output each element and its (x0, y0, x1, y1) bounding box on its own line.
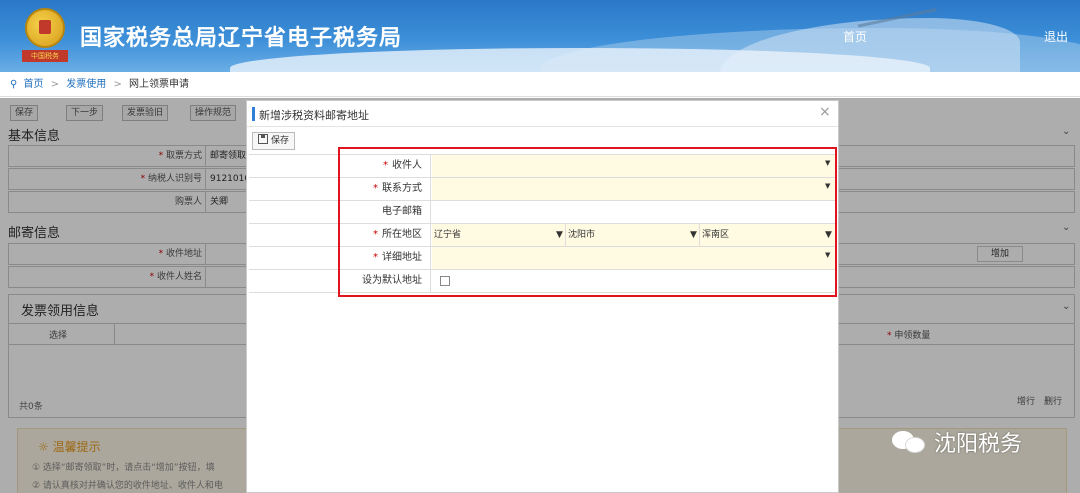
breadcrumb-separator: > (113, 79, 122, 90)
emblem-ribbon: 中国税务 (22, 50, 68, 62)
location-pin-icon: ⚲ (10, 79, 18, 90)
highlight-annotation-box (338, 147, 837, 297)
close-icon[interactable]: × (819, 104, 831, 120)
breadcrumb-home[interactable]: 首页 (24, 79, 44, 90)
save-icon (258, 134, 268, 144)
dialog-header: 新增涉税资料邮寄地址 × (247, 101, 838, 127)
emblem-disc (25, 8, 65, 48)
dialog-title-bar (252, 107, 255, 121)
logout-link[interactable]: 退出 (1044, 28, 1068, 45)
nav-home-link[interactable]: 首页 (843, 28, 867, 45)
watermark: 沈阳税务 (892, 426, 1022, 458)
breadcrumb: ⚲ 首页 > 发票使用 > 网上领票申请 (0, 72, 1080, 97)
breadcrumb-separator: > (50, 79, 60, 90)
breadcrumb-invoice-use[interactable]: 发票使用 (66, 79, 106, 90)
site-title: 国家税务总局辽宁省电子税务局 (80, 26, 403, 51)
wechat-icon (892, 429, 928, 455)
site-header: 中国税务 国家税务总局辽宁省电子税务局 首页 退出 (0, 0, 1080, 72)
dialog-save-button[interactable]: 保存 (252, 132, 296, 150)
tax-emblem-logo: 中国税务 (22, 8, 68, 66)
breadcrumb-current: 网上领票申请 (129, 79, 190, 90)
dialog-title: 新增涉税资料邮寄地址 (259, 109, 369, 122)
